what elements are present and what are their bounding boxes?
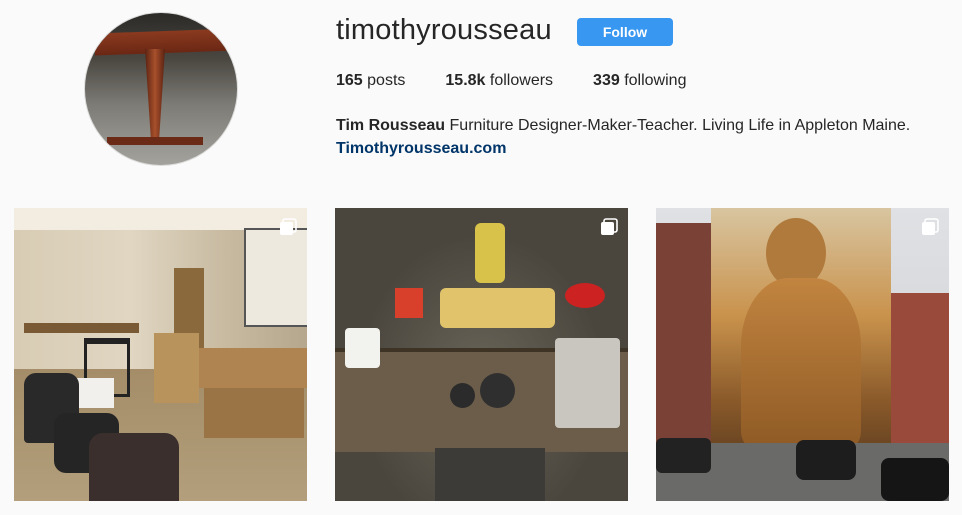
parked-car-3 [881,458,949,501]
profile-bio: Tim Rousseau Furniture Designer-Maker-Te… [336,114,910,160]
multiple-posts-icon [280,218,297,235]
avatar-table-foot [107,137,203,145]
brick-building-left [656,223,711,443]
parked-car-2 [796,440,856,480]
post-thumbnail[interactable] [656,208,949,501]
post-thumbnail[interactable] [14,208,307,501]
office-chair-3 [89,433,179,501]
cabinet [154,333,199,403]
followers-count: 15.8k [445,72,486,89]
glue-bottle [345,328,380,368]
bio-text: Furniture Designer-Maker-Teacher. Living… [449,117,911,134]
stat-posts: 165 posts [336,72,405,90]
router-bit [450,383,475,408]
workbench [199,348,307,388]
following-label: following [624,72,687,89]
posts-label: posts [367,72,406,89]
jointer [440,288,555,328]
table-base [435,448,545,501]
red-tool [395,288,423,318]
router-bit-case [555,338,620,428]
profile-full-name: Tim Rousseau [336,117,446,134]
ear-muffs [565,283,605,308]
profile-stats: 165 posts 15.8k followers 339 following [336,72,726,90]
posts-count: 165 [336,72,363,89]
profile-website-link[interactable]: Timothyrousseau.com [336,137,910,160]
post-thumbnail[interactable] [335,208,628,501]
parked-car-1 [656,438,711,473]
router-table [475,223,505,283]
multiple-posts-icon [922,218,939,235]
workbench-base [204,388,304,438]
multiple-posts-icon [601,218,618,235]
followers-label: followers [489,72,554,89]
ceiling [14,208,307,230]
projection-screen [244,228,307,327]
brick-building-right [891,293,949,443]
avatar-table-leg [145,49,165,141]
avatar-table-top [95,28,235,56]
profile-avatar[interactable] [84,12,238,166]
mural-figure-dress [741,278,861,448]
cutter-wheel [480,373,515,408]
username: timothyrousseau [336,14,552,46]
stat-followers[interactable]: 15.8k followers [445,72,553,90]
follow-button[interactable]: Follow [577,18,673,46]
stat-following[interactable]: 339 following [593,72,686,90]
workbench-top [24,323,139,333]
following-count: 339 [593,72,620,89]
